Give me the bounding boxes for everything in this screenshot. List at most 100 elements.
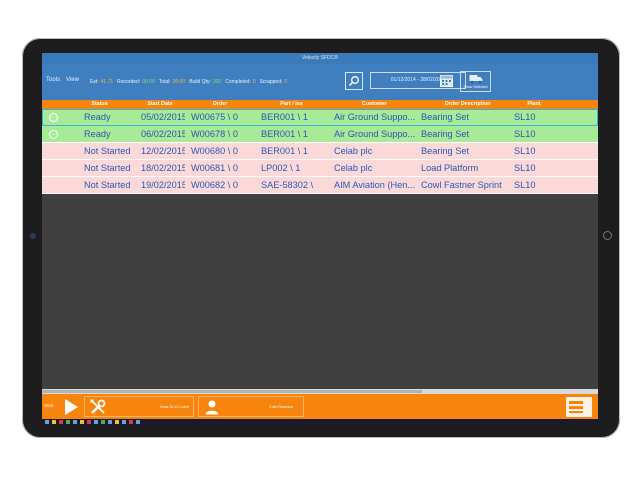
row-spacer xyxy=(42,160,64,176)
app-icon[interactable] xyxy=(66,420,70,424)
cell-status: Not Started xyxy=(84,180,131,190)
stat-est: Est: 41.71 xyxy=(90,79,114,85)
column-header-status[interactable]: Status xyxy=(64,100,135,109)
cell-plant: SL10 xyxy=(514,129,536,139)
app-icon[interactable] xyxy=(87,420,91,424)
stat-total: Total: 00:00 xyxy=(158,79,186,85)
stat-build-qty: Build Qty: 300 xyxy=(189,79,222,85)
app-icon[interactable] xyxy=(108,420,112,424)
cell-plant: SL10 xyxy=(514,163,536,173)
stats-bar: Est: 41.71 Recorded: 00:00 Total: 00:00 Bui… xyxy=(90,79,287,85)
app-icon[interactable] xyxy=(129,420,133,424)
column-header-order-description[interactable]: Order Description xyxy=(421,100,514,109)
cell-start-date: 18/02/2015 xyxy=(141,163,185,173)
tablet-frame: Velocity SFDC® Tools View Est: 41.71 Reco… xyxy=(22,38,620,438)
home-button[interactable] xyxy=(603,231,612,240)
row-spacer xyxy=(42,143,64,159)
column-header-select xyxy=(42,100,64,109)
machine-button[interactable]: Haas SL10 Lathe xyxy=(84,396,194,417)
cell-description: Cowl Fastner Sprint xyxy=(421,180,502,190)
cell-part: SAE-58302 \ xyxy=(261,180,314,190)
cell-customer: Celab plc xyxy=(334,146,373,156)
cell-order: W00680 \ 0 xyxy=(191,146,238,156)
app-icon[interactable] xyxy=(80,420,84,424)
table-row[interactable]: Not Started 19/02/2015 W00682 \ 0 SAE-58… xyxy=(42,177,598,194)
cell-customer: Air Ground Suppo... xyxy=(334,129,416,139)
grid-empty-area xyxy=(42,205,598,389)
scrollbar-thumb[interactable] xyxy=(42,390,422,393)
cell-order: W00675 \ 0 xyxy=(191,112,238,122)
os-taskbar xyxy=(42,419,598,425)
column-header-customer[interactable]: Customer xyxy=(328,100,421,109)
app-icon[interactable] xyxy=(59,420,63,424)
play-icon xyxy=(65,399,78,415)
window-title: Velocity SFDC® xyxy=(42,53,598,64)
stat-scrapped: Scrapped: 0 xyxy=(259,79,288,85)
app-icon[interactable] xyxy=(94,420,98,424)
cell-description: Load Platform xyxy=(421,163,479,173)
calendar-icon xyxy=(440,75,453,87)
cell-status: Ready xyxy=(84,112,111,122)
cell-part: BER001 \ 1 xyxy=(261,129,308,139)
user-icon xyxy=(205,400,219,415)
start-button[interactable] xyxy=(62,398,80,416)
cell-start-date: 06/02/2015 xyxy=(141,129,185,139)
arrow-right-icon: → xyxy=(48,129,58,139)
menu-tools[interactable]: Tools xyxy=(46,77,60,83)
operator-button[interactable]: Colin Reardon xyxy=(198,396,304,417)
windows-start-icon[interactable] xyxy=(45,420,49,424)
menu-view[interactable]: View xyxy=(66,77,79,83)
search-button[interactable] xyxy=(345,72,363,90)
order-grid: → Ready 05/02/2015 W00675 \ 0 BER001 \ 1… xyxy=(42,109,598,194)
row-go-button[interactable]: → xyxy=(42,109,64,125)
show-selected-button[interactable]: Show Selected xyxy=(460,71,491,92)
cell-plant: SL10 xyxy=(514,112,536,122)
cell-status: Not Started xyxy=(84,146,131,156)
app-icon[interactable] xyxy=(136,420,140,424)
cell-plant: SL10 xyxy=(514,180,536,190)
cell-description: Bearing Set xyxy=(421,112,470,122)
app-icon[interactable] xyxy=(101,420,105,424)
cell-part: LP002 \ 1 xyxy=(261,163,301,173)
cell-customer: Air Ground Suppo... xyxy=(334,112,416,122)
app-icon[interactable] xyxy=(115,420,119,424)
menu-bar: Tools View xyxy=(46,77,79,83)
tools-icon xyxy=(90,399,106,414)
cell-part: BER001 \ 1 xyxy=(261,146,308,156)
column-header-start-date[interactable]: Start Date xyxy=(135,100,185,109)
table-row[interactable]: → Ready 06/02/2015 W00678 \ 0 BER001 \ 1… xyxy=(42,126,598,143)
camera-icon xyxy=(30,233,36,239)
cell-order: W00682 \ 0 xyxy=(191,180,238,190)
stat-recorded: Recorded: 00:00 xyxy=(117,79,155,85)
cell-start-date: 05/02/2015 xyxy=(141,112,185,122)
table-row[interactable]: Not Started 18/02/2015 W00681 \ 0 LP002 … xyxy=(42,160,598,177)
cell-plant: SL10 xyxy=(514,146,536,156)
cell-part: BER001 \ 1 xyxy=(261,112,308,122)
row-go-button[interactable]: → xyxy=(42,126,64,142)
cell-description: Bearing Set xyxy=(421,129,470,139)
app-icon[interactable] xyxy=(73,420,77,424)
search-icon xyxy=(348,76,359,87)
truck-icon xyxy=(469,75,482,84)
operator-label: Colin Reardon xyxy=(268,405,293,409)
column-header-order[interactable]: Order xyxy=(185,100,255,109)
cell-order: W00681 \ 0 xyxy=(191,163,238,173)
cell-start-date: 12/02/2015 xyxy=(141,146,185,156)
exit-icon xyxy=(569,401,583,413)
cell-status: Ready xyxy=(84,129,111,139)
show-selected-label: Show Selected xyxy=(463,85,488,89)
calendar-button[interactable] xyxy=(440,74,453,87)
top-toolbar: Tools View Est: 41.71 Recorded: 00:00 Tota… xyxy=(42,64,598,100)
table-row[interactable]: → Ready 05/02/2015 W00675 \ 0 BER001 \ 1… xyxy=(42,109,598,126)
app-icon[interactable] xyxy=(122,420,126,424)
column-header-part[interactable]: Part / Iss xyxy=(255,100,328,109)
cell-start-date: 19/02/2015 xyxy=(141,180,185,190)
folder-icon[interactable] xyxy=(52,420,56,424)
machine-label: Haas SL10 Lathe xyxy=(159,405,189,409)
table-row[interactable]: Not Started 12/02/2015 W00680 \ 0 BER001… xyxy=(42,143,598,160)
column-header-plant[interactable]: Plant xyxy=(514,100,554,109)
app-screen: Velocity SFDC® Tools View Est: 41.71 Reco… xyxy=(42,53,598,425)
cell-description: Bearing Set xyxy=(421,146,470,156)
start-label: Start xyxy=(44,403,54,408)
exit-button[interactable] xyxy=(566,397,592,417)
